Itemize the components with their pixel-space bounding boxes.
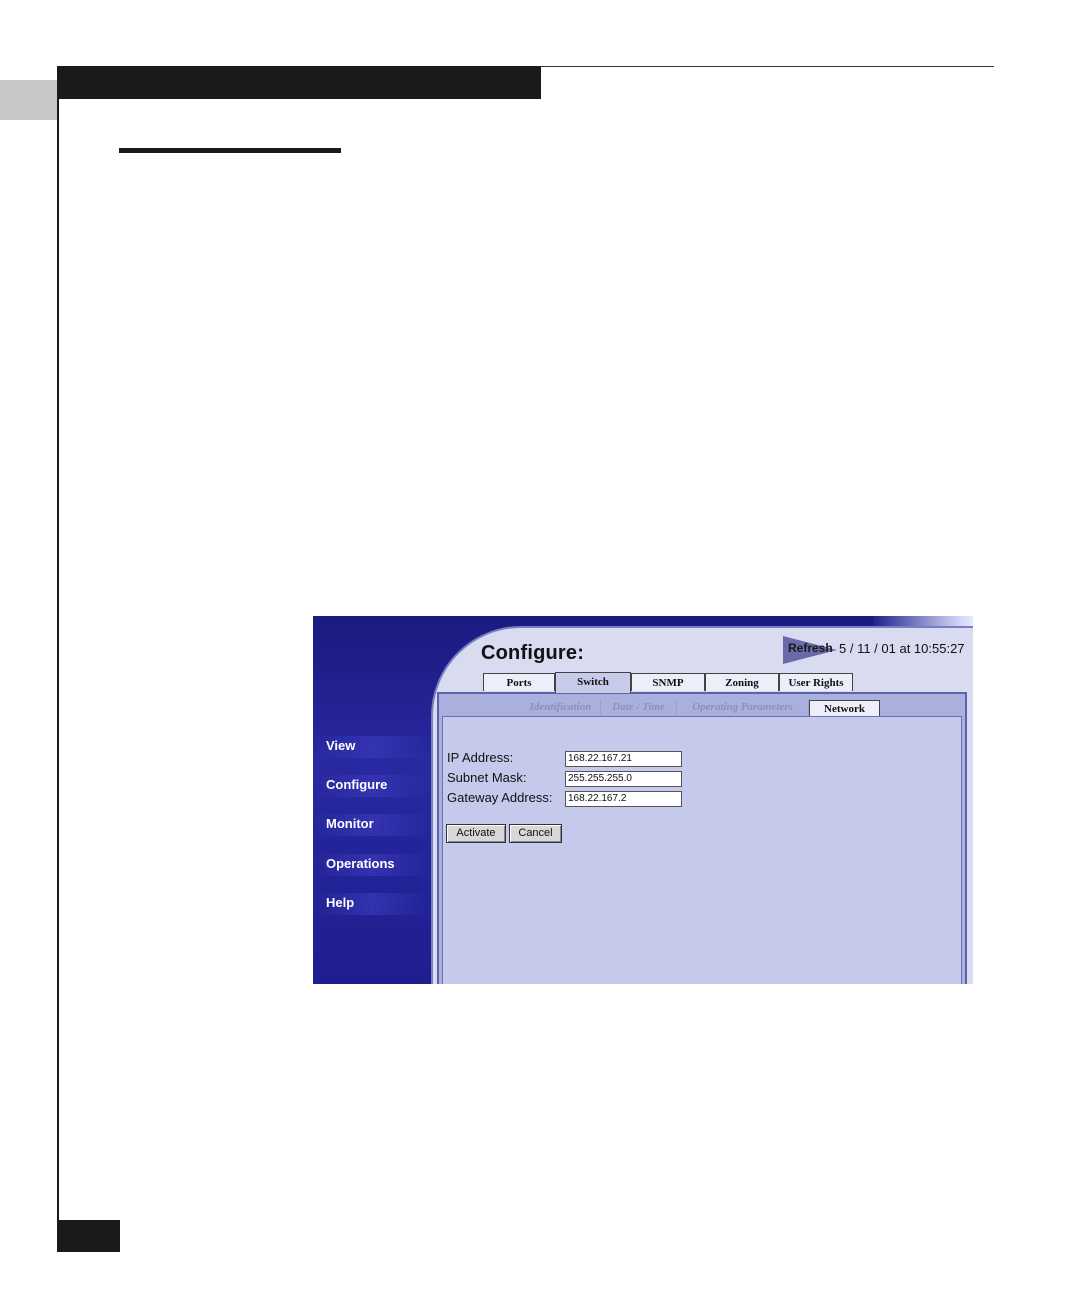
subtab-identification[interactable]: Identification <box>521 699 601 715</box>
tab-zoning[interactable]: Zoning <box>705 673 779 691</box>
ip-address-label: IP Address: <box>447 750 514 765</box>
cancel-button[interactable]: Cancel <box>509 824 562 843</box>
nav-item-configure[interactable]: Configure <box>326 777 387 792</box>
nav-item-view[interactable]: View <box>326 738 355 753</box>
tab-switch[interactable]: Switch <box>555 672 631 693</box>
nav-item-help[interactable]: Help <box>326 895 354 910</box>
tab-user-rights[interactable]: User Rights <box>779 673 853 691</box>
refresh-label: Refresh <box>788 641 833 655</box>
page-footer-block <box>58 1220 120 1252</box>
page-header-bar <box>58 66 541 99</box>
tab-snmp[interactable]: SNMP <box>631 673 705 691</box>
ip-address-input[interactable]: 168.22.167.21 <box>565 751 682 767</box>
subnet-mask-input[interactable]: 255.255.255.0 <box>565 771 682 787</box>
page-left-rule <box>57 66 59 1252</box>
subtab-network[interactable]: Network <box>809 700 880 717</box>
refresh-timestamp: 5 / 11 / 01 at 10:55:27 <box>839 641 965 656</box>
subtab-operating-parameters[interactable]: Operating Parameters <box>677 699 809 715</box>
network-form <box>442 716 962 984</box>
page-header-rule <box>541 66 994 67</box>
gateway-address-label: Gateway Address: <box>447 790 553 805</box>
subnet-mask-label: Subnet Mask: <box>447 770 527 785</box>
subtab-date-time[interactable]: Date / Time <box>601 699 677 715</box>
tab-ports[interactable]: Ports <box>483 673 555 691</box>
gateway-address-input[interactable]: 168.22.167.2 <box>565 791 682 807</box>
activate-button[interactable]: Activate <box>446 824 506 843</box>
nav-item-operations[interactable]: Operations <box>326 856 395 871</box>
page-edge-tab <box>0 80 58 120</box>
section-heading-rule <box>119 148 341 153</box>
page-title: Configure: <box>481 642 585 664</box>
web-switch-manager-screenshot: Configure: Refresh 5 / 11 / 01 at 10:55:… <box>313 616 973 984</box>
nav-item-monitor[interactable]: Monitor <box>326 816 374 831</box>
